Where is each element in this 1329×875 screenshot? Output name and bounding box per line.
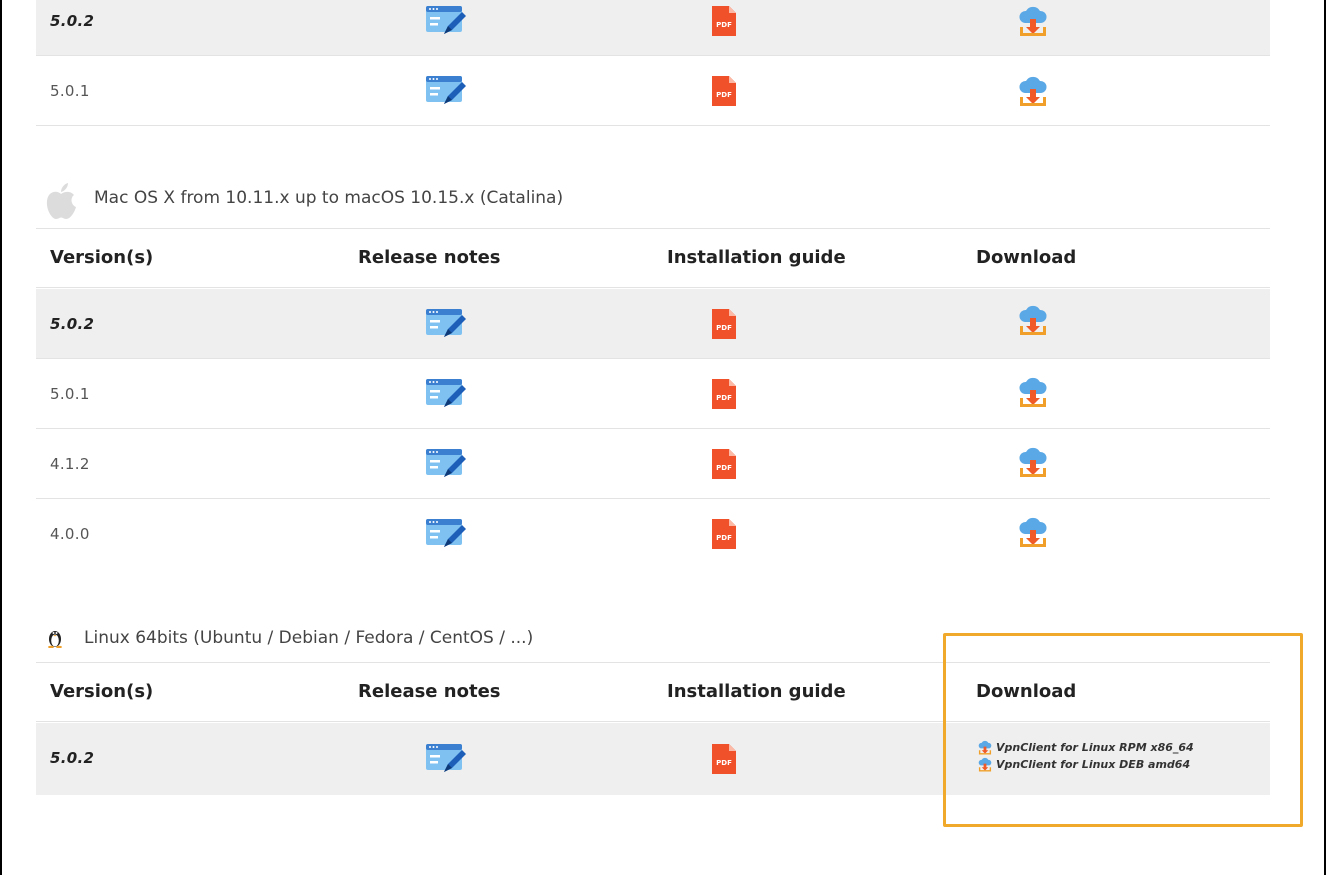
mac-section-title: Mac OS X from 10.11.x up to macOS 10.15.…: [94, 188, 564, 208]
pdf-icon[interactable]: [712, 6, 736, 36]
release-notes-icon[interactable]: [426, 379, 466, 409]
pdf-icon[interactable]: [712, 519, 736, 549]
highlight-box: [943, 633, 1303, 827]
pdf-icon[interactable]: [712, 309, 736, 339]
header-installation-guide: Installation guide: [667, 247, 846, 268]
version-label: 4.1.2: [50, 455, 90, 473]
cloud-download-icon[interactable]: [1018, 304, 1048, 336]
header-installation-guide: Installation guide: [667, 681, 846, 702]
header-versions: Version(s): [50, 681, 154, 702]
header-release-notes: Release notes: [358, 247, 501, 268]
cloud-download-icon[interactable]: [1018, 75, 1048, 107]
table-header: Version(s) Release notes Installation gu…: [36, 228, 1270, 288]
cloud-download-icon[interactable]: [1018, 516, 1048, 548]
pdf-icon[interactable]: [712, 379, 736, 409]
cloud-download-icon[interactable]: [1018, 446, 1048, 478]
table-row: 4.0.0: [36, 499, 1270, 569]
version-label: 5.0.2: [50, 12, 95, 30]
table-row: 5.0.2: [36, 0, 1270, 56]
version-label: 5.0.2: [50, 315, 95, 333]
pdf-icon[interactable]: [712, 744, 736, 774]
table-row: 5.0.2: [36, 289, 1270, 359]
table-row: 5.0.1: [36, 359, 1270, 429]
release-notes-icon[interactable]: [426, 449, 466, 479]
linux-section-title: Linux 64bits (Ubuntu / Debian / Fedora /…: [84, 628, 534, 648]
version-label: 5.0.1: [50, 82, 90, 100]
version-label: 4.0.0: [50, 525, 90, 543]
table-row: 4.1.2: [36, 429, 1270, 499]
release-notes-icon[interactable]: [426, 6, 466, 36]
release-notes-icon[interactable]: [426, 519, 466, 549]
header-versions: Version(s): [50, 247, 154, 268]
release-notes-icon[interactable]: [426, 744, 466, 774]
version-label: 5.0.1: [50, 385, 90, 403]
header-download: Download: [976, 247, 1077, 268]
cloud-download-icon[interactable]: [1018, 5, 1048, 37]
release-notes-icon[interactable]: [426, 76, 466, 106]
cloud-download-icon[interactable]: [1018, 376, 1048, 408]
pdf-icon[interactable]: [712, 449, 736, 479]
table-row: 5.0.1: [36, 56, 1270, 126]
linux-penguin-icon: [48, 631, 62, 648]
pdf-icon[interactable]: [712, 76, 736, 106]
version-label: 5.0.2: [50, 749, 95, 767]
apple-icon: [46, 183, 76, 219]
release-notes-icon[interactable]: [426, 309, 466, 339]
header-release-notes: Release notes: [358, 681, 501, 702]
